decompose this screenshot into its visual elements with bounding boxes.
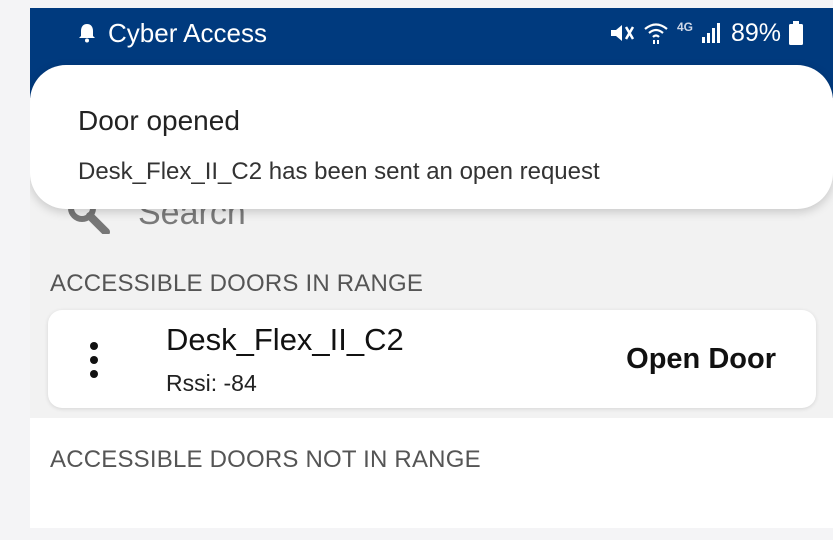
mute-icon [610,25,635,41]
notification-title: Door opened [78,105,240,136]
network-type-label: 4G [676,20,693,34]
door-rssi: Rssi: -84 [166,370,257,396]
notification-bell-icon [79,24,95,43]
app-screen: Cyber Access 4G 89% Search Door opened D… [30,8,833,528]
battery-icon [789,21,803,45]
more-vertical-icon[interactable] [86,340,102,380]
status-bar: Cyber Access 4G 89% [30,8,833,58]
status-right: 4G 89% [601,8,803,58]
door-opened-notification[interactable]: Door opened Desk_Flex_II_C2 has been sen… [30,65,833,209]
section-doors-not-in-range: ACCESSIBLE DOORS NOT IN RANGE [50,446,481,473]
open-door-button[interactable]: Open Door [626,343,776,376]
signal-icon [701,23,720,43]
door-list-item[interactable]: Desk_Flex_II_C2 Rssi: -84 Open Door [48,310,816,408]
wifi-icon [644,23,668,44]
notification-message: Desk_Flex_II_C2 has been sent an open re… [78,158,600,185]
battery-percent: 89% [730,18,781,47]
status-app-title: Cyber Access [108,17,267,48]
section-doors-in-range: ACCESSIBLE DOORS IN RANGE [50,270,424,297]
door-name: Desk_Flex_II_C2 [166,322,404,357]
status-left: Cyber Access [78,8,267,58]
